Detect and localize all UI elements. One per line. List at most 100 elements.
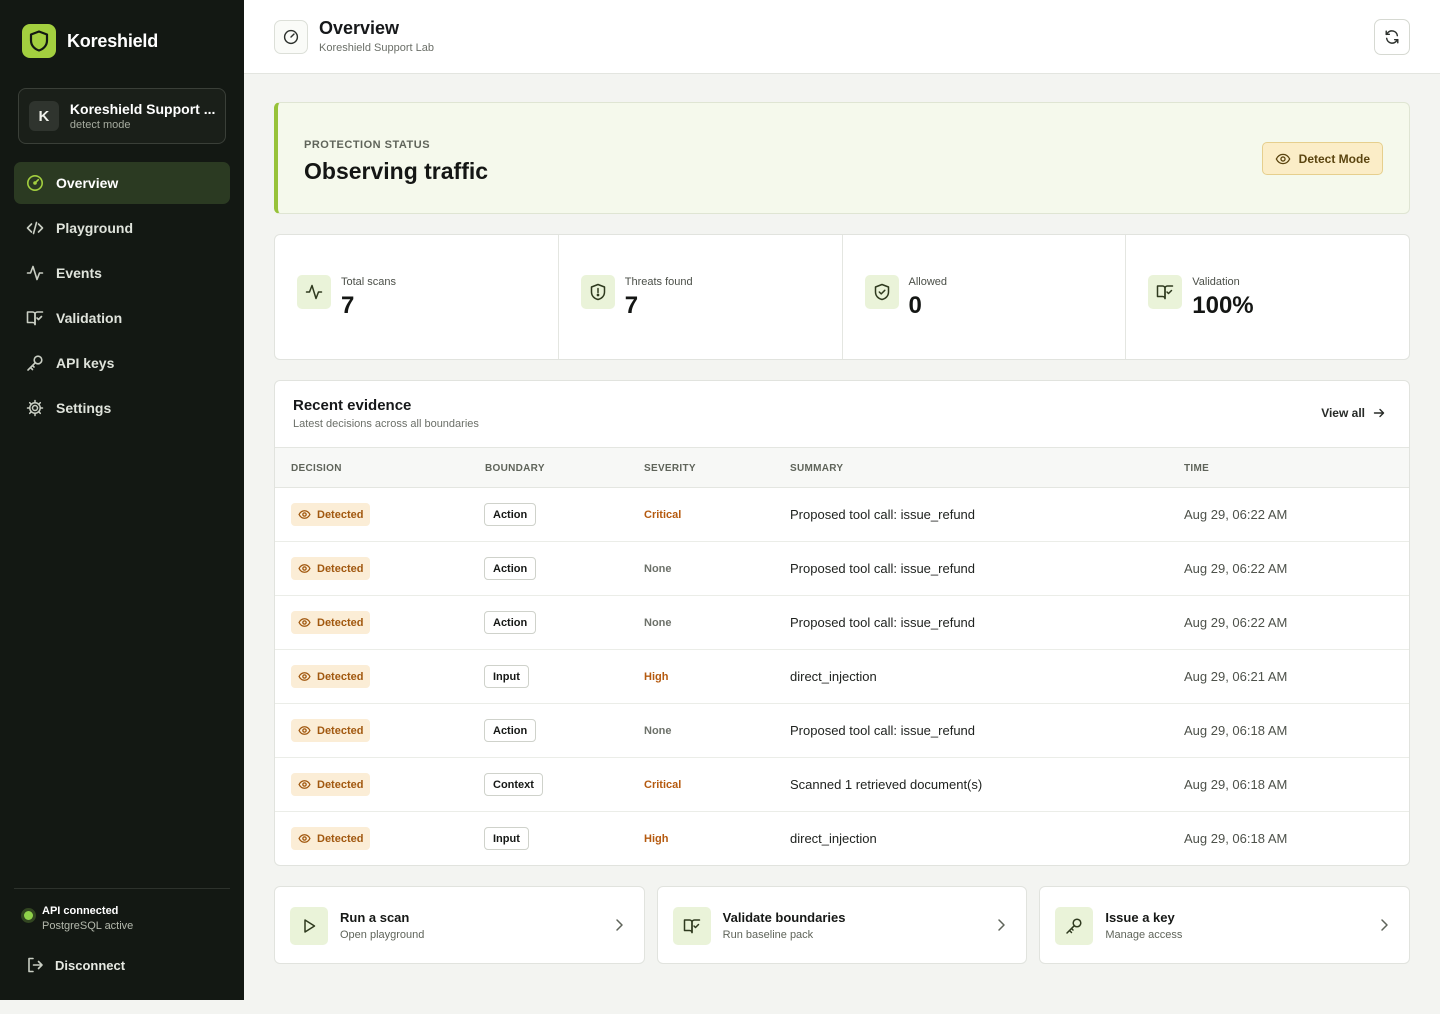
table-row[interactable]: Detected Input High direct_injection Aug… <box>275 812 1409 865</box>
refresh-button[interactable] <box>1374 19 1410 55</box>
workspace-switcher[interactable]: K Koreshield Support ... detect mode <box>18 88 226 144</box>
decision-label: Detected <box>317 724 364 737</box>
action-title: Validate boundaries <box>722 910 846 925</box>
severity-label: Critical <box>644 509 682 521</box>
api-status-title: API connected <box>42 905 119 917</box>
table-row[interactable]: Detected Action Critical Proposed tool c… <box>275 488 1409 542</box>
sidebar-item-api-keys[interactable]: API keys <box>14 342 230 384</box>
table-header: DECISION BOUNDARY SEVERITY SUMMARY TIME <box>275 447 1409 488</box>
decision-badge: Detected <box>291 719 371 742</box>
eye-icon <box>298 564 311 573</box>
logout-icon <box>28 957 43 973</box>
eye-icon <box>298 618 311 627</box>
shield-alert-icon <box>580 275 615 309</box>
decision-label: Detected <box>317 778 364 791</box>
workspace-name: Koreshield Support ... <box>69 101 215 117</box>
action-subtitle: Run baseline pack <box>722 929 814 941</box>
sidebar-nav: Overview Playground Events Validation AP… <box>14 162 230 432</box>
table-row[interactable]: Detected Action None Proposed tool call:… <box>275 596 1409 650</box>
decision-badge: Detected <box>291 827 371 850</box>
code-icon <box>26 221 44 235</box>
action-title: Issue a key <box>1105 910 1175 925</box>
column-header-decision[interactable]: DECISION <box>291 463 342 474</box>
stat-value: 7 <box>341 292 355 319</box>
sidebar-divider <box>14 888 230 889</box>
sidebar-item-label: Settings <box>56 400 112 416</box>
activity-icon <box>297 275 331 309</box>
book-check-icon <box>1148 275 1183 309</box>
decision-label: Detected <box>317 670 364 683</box>
summary-text: direct_injection <box>790 831 877 846</box>
boundary-badge: Action <box>484 611 537 634</box>
summary-text: Scanned 1 retrieved document(s) <box>790 777 983 792</box>
column-header-severity[interactable]: SEVERITY <box>644 463 696 474</box>
time-text: Aug 29, 06:18 AM <box>1184 831 1288 846</box>
run-scan-card[interactable]: Run a scan Open playground <box>274 886 645 964</box>
severity-label: Critical <box>644 779 682 791</box>
stat-label: Threats found <box>624 276 693 288</box>
severity-label: None <box>644 617 672 629</box>
page-title: Overview <box>319 18 400 38</box>
column-header-time[interactable]: TIME <box>1184 463 1209 474</box>
sidebar-item-overview[interactable]: Overview <box>14 162 230 204</box>
decision-label: Detected <box>317 616 364 629</box>
stats-row: Total scans 7 Threats found 7 Allowed 0 … <box>274 234 1410 360</box>
evidence-title: Recent evidence <box>293 397 412 414</box>
api-status: API connected PostgreSQL active <box>24 905 133 932</box>
column-header-boundary[interactable]: BOUNDARY <box>485 463 545 474</box>
gear-icon <box>26 399 44 417</box>
gauge-icon <box>27 175 43 191</box>
play-icon <box>290 907 328 945</box>
book-check-icon <box>26 311 44 326</box>
stat-threats-found: Threats found 7 <box>559 235 843 359</box>
table-row[interactable]: Detected Action None Proposed tool call:… <box>275 704 1409 758</box>
eye-icon <box>298 672 311 681</box>
decision-badge: Detected <box>291 503 371 526</box>
column-header-summary[interactable]: SUMMARY <box>790 463 843 474</box>
evidence-subtitle: Latest decisions across all boundaries <box>293 418 479 430</box>
time-text: Aug 29, 06:22 AM <box>1184 507 1288 522</box>
quick-actions: Run a scan Open playground Validate boun… <box>274 886 1411 964</box>
boundary-badge: Action <box>484 557 537 580</box>
sidebar-item-events[interactable]: Events <box>14 252 230 294</box>
view-all-link[interactable]: View all <box>1321 406 1385 420</box>
action-title: Run a scan <box>340 910 410 925</box>
disconnect-button[interactable]: Disconnect <box>26 956 125 974</box>
sidebar-item-playground[interactable]: Playground <box>14 207 230 249</box>
boundary-badge: Input <box>484 665 529 688</box>
sidebar-item-validation[interactable]: Validation <box>14 297 230 339</box>
api-status-subtitle: PostgreSQL active <box>42 920 134 932</box>
workspace-avatar: K <box>29 101 59 131</box>
summary-text: Proposed tool call: issue_refund <box>790 723 976 738</box>
time-text: Aug 29, 06:21 AM <box>1184 669 1288 684</box>
shield-check-icon <box>864 275 899 309</box>
key-icon <box>1055 907 1094 945</box>
table-row[interactable]: Detected Action None Proposed tool call:… <box>275 542 1409 596</box>
validate-boundaries-card[interactable]: Validate boundaries Run baseline pack <box>656 886 1028 964</box>
eye-icon <box>298 834 311 843</box>
time-text: Aug 29, 06:22 AM <box>1184 561 1288 576</box>
stat-value: 100% <box>1192 292 1254 319</box>
evidence-rows: Detected Action Critical Proposed tool c… <box>275 488 1409 865</box>
decision-label: Detected <box>317 562 364 575</box>
decision-badge: Detected <box>291 773 371 796</box>
decision-label: Detected <box>317 508 364 521</box>
shield-logo-icon <box>22 24 56 58</box>
sidebar-item-settings[interactable]: Settings <box>14 387 230 429</box>
sidebar-item-label: Playground <box>56 220 134 236</box>
brand[interactable]: Koreshield <box>22 24 158 58</box>
disconnect-label: Disconnect <box>55 957 126 973</box>
stat-total-scans: Total scans 7 <box>275 235 559 359</box>
protection-status-card: PROTECTION STATUS Observing traffic Dete… <box>274 102 1410 214</box>
severity-label: None <box>644 725 672 737</box>
table-row[interactable]: Detected Input High direct_injection Aug… <box>275 650 1409 704</box>
issue-key-card[interactable]: Issue a key Manage access <box>1039 886 1411 964</box>
key-icon <box>27 355 43 371</box>
boundary-badge: Action <box>484 719 537 742</box>
severity-label: High <box>644 671 669 683</box>
detect-mode-badge[interactable]: Detect Mode <box>1261 142 1383 175</box>
stat-validation: Validation 100% <box>1126 235 1409 359</box>
table-row[interactable]: Detected Context Critical Scanned 1 retr… <box>275 758 1409 812</box>
stat-allowed: Allowed 0 <box>843 235 1127 359</box>
decision-badge: Detected <box>291 665 371 688</box>
